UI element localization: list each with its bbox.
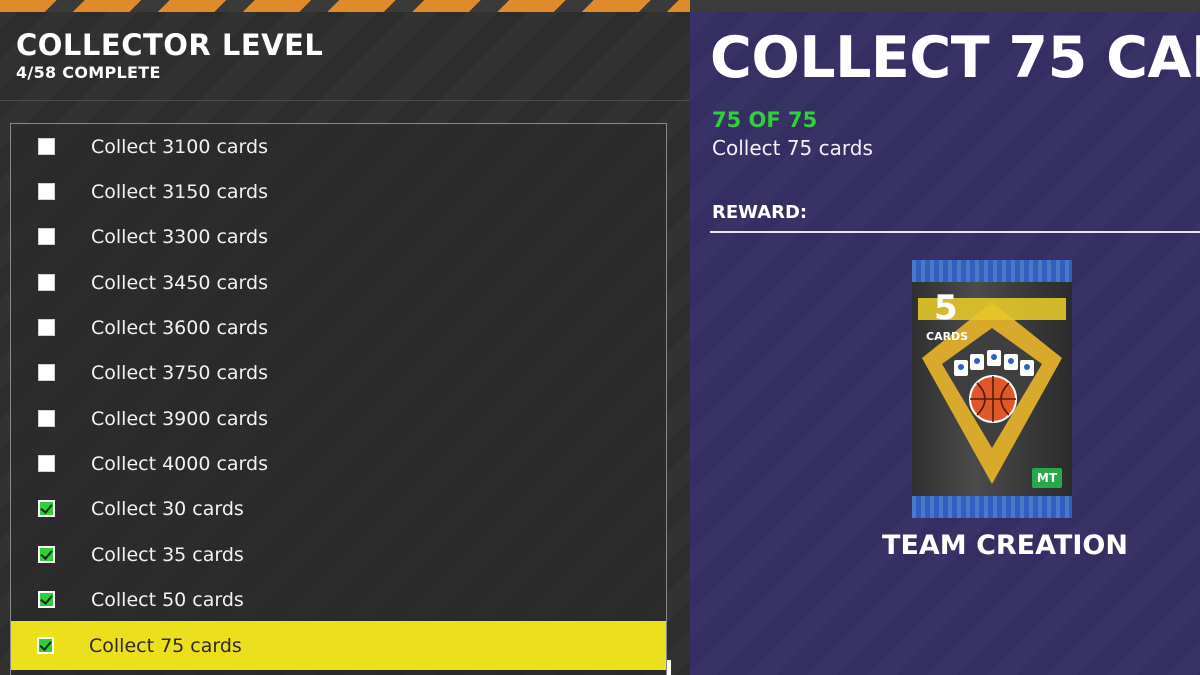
list-item[interactable]: Collect 4000 cards xyxy=(11,441,666,486)
basketball-icon xyxy=(969,375,1017,423)
goal-description: Collect 75 cards xyxy=(712,136,873,160)
list-item-label: Collect 75 cards xyxy=(89,634,242,657)
decorative-stripe xyxy=(0,0,690,12)
pack-crimp-top xyxy=(912,260,1072,282)
list-item[interactable]: Collect 30 cards xyxy=(11,486,666,531)
reward-divider xyxy=(710,231,1200,233)
page-title: COLLECTOR LEVEL xyxy=(16,28,324,62)
list-item[interactable]: Collect 3600 cards xyxy=(11,305,666,350)
goal-list[interactable]: Collect 3100 cards Collect 3150 cards Co… xyxy=(10,123,667,675)
checkbox-checked-icon xyxy=(38,500,55,517)
goal-title: COLLECT 75 CARDS xyxy=(710,25,1200,91)
completion-status: 4/58 COMPLETE xyxy=(16,63,161,82)
reward-heading: REWARD: xyxy=(712,202,808,223)
pack-crimp-bottom xyxy=(912,496,1072,518)
pack-card-count-label: CARDS xyxy=(926,330,969,343)
panel-header: COLLECTOR LEVEL 4/58 COMPLETE xyxy=(16,28,323,84)
goal-detail-panel: COLLECT 75 CARDS 75 OF 75 Collect 75 car… xyxy=(690,12,1200,675)
reward-name-label: TEAM CREATION xyxy=(882,530,1128,561)
checkbox-icon xyxy=(38,410,55,427)
list-item-label: Collect 3150 cards xyxy=(91,180,268,203)
checkbox-icon xyxy=(38,183,55,200)
list-item[interactable]: Collect 3900 cards xyxy=(11,396,666,441)
mt-currency-badge: MT xyxy=(1032,468,1062,488)
goal-progress: 75 OF 75 xyxy=(712,108,818,132)
checkbox-icon xyxy=(38,138,55,155)
decorative-band xyxy=(690,0,1200,12)
reward-pack: 5 CARDS MT xyxy=(912,260,1072,518)
list-item-label: Collect 3600 cards xyxy=(91,316,268,339)
list-item-label: Collect 50 cards xyxy=(91,588,244,611)
checkbox-icon xyxy=(38,364,55,381)
list-item-label: Collect 3450 cards xyxy=(91,271,268,294)
list-item[interactable]: Collect 3300 cards xyxy=(11,214,666,259)
collector-level-panel: COLLECTOR LEVEL 4/58 COMPLETE Collect 31… xyxy=(0,0,690,675)
reward-name: TEAM CREATION xyxy=(690,530,1200,561)
list-item[interactable]: Collect 3450 cards xyxy=(11,260,666,305)
list-item-label: Collect 30 cards xyxy=(91,497,244,520)
list-item[interactable]: Collect 3750 cards xyxy=(11,350,666,395)
list-item-label: Collect 3300 cards xyxy=(91,225,268,248)
list-item-label: Collect 3100 cards xyxy=(91,135,268,158)
list-item-label: Collect 35 cards xyxy=(91,543,244,566)
list-item[interactable]: Collect 50 cards xyxy=(11,577,666,622)
checkbox-checked-icon xyxy=(38,546,55,563)
checkbox-checked-icon xyxy=(38,591,55,608)
list-item[interactable]: Collect 35 cards xyxy=(11,532,666,577)
header-divider xyxy=(0,100,690,101)
list-item-selected[interactable]: Collect 75 cards xyxy=(11,621,666,670)
checkbox-icon xyxy=(38,319,55,336)
list-item-label: Collect 3750 cards xyxy=(91,361,268,384)
list-item[interactable]: Collect 3100 cards xyxy=(11,124,666,169)
scrollbar[interactable] xyxy=(667,660,671,675)
list-item[interactable]: Collect 3150 cards xyxy=(11,169,666,214)
checkbox-checked-icon xyxy=(37,637,54,654)
list-item-label: Collect 3900 cards xyxy=(91,407,268,430)
checkbox-icon xyxy=(38,455,55,472)
pack-card-count: 5 xyxy=(934,288,958,328)
list-item-label: Collect 4000 cards xyxy=(91,452,268,475)
checkbox-icon xyxy=(38,228,55,245)
checkbox-icon xyxy=(38,274,55,291)
